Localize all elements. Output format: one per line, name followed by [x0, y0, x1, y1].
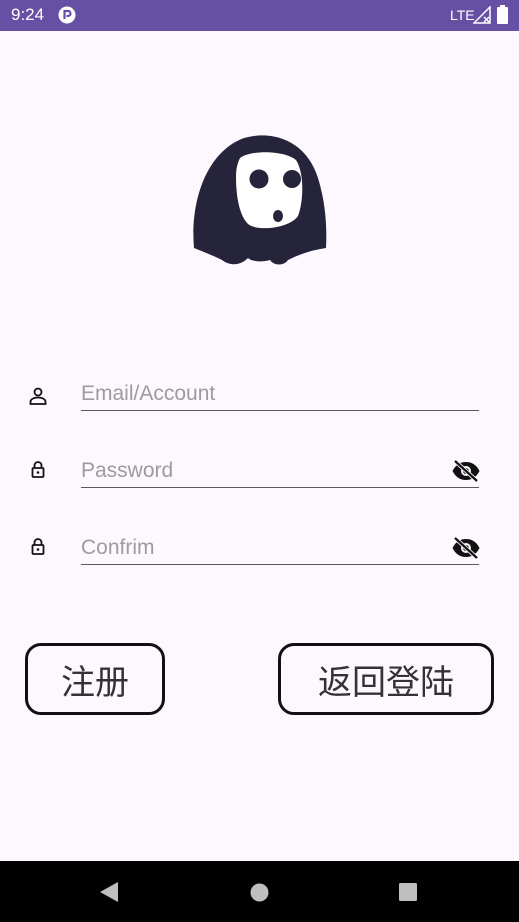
system-nav-bar — [0, 861, 519, 922]
lock-icon — [31, 461, 45, 478]
no-face-mask-icon — [193, 135, 327, 265]
status-time: 9:24 — [11, 5, 45, 24]
triangle-back-icon[interactable] — [98, 881, 120, 903]
register-button[interactable]: 注册 — [25, 643, 165, 715]
status-bar: 9:24 LTE — [0, 0, 519, 31]
app-notification-icon — [58, 6, 76, 24]
signal-icon — [473, 6, 491, 24]
square-recents-icon[interactable] — [399, 883, 417, 901]
confirm-password-row — [0, 524, 519, 574]
battery-icon — [497, 5, 508, 24]
circle-home-icon[interactable] — [250, 883, 269, 902]
eye-off-icon[interactable] — [451, 536, 481, 560]
eye-off-icon[interactable] — [451, 459, 481, 483]
person-icon — [29, 387, 47, 405]
back-to-login-button[interactable]: 返回登陆 — [278, 643, 494, 715]
email-input[interactable] — [81, 378, 479, 411]
network-type-label: LTE — [450, 7, 475, 23]
email-row — [0, 370, 519, 420]
password-input[interactable] — [81, 455, 479, 488]
confirm-password-input[interactable] — [81, 532, 479, 565]
lock-icon — [31, 538, 45, 555]
register-screen: 9:24 LTE Email/Account 注册 返回登陆 — [0, 0, 519, 922]
password-row — [0, 447, 519, 497]
